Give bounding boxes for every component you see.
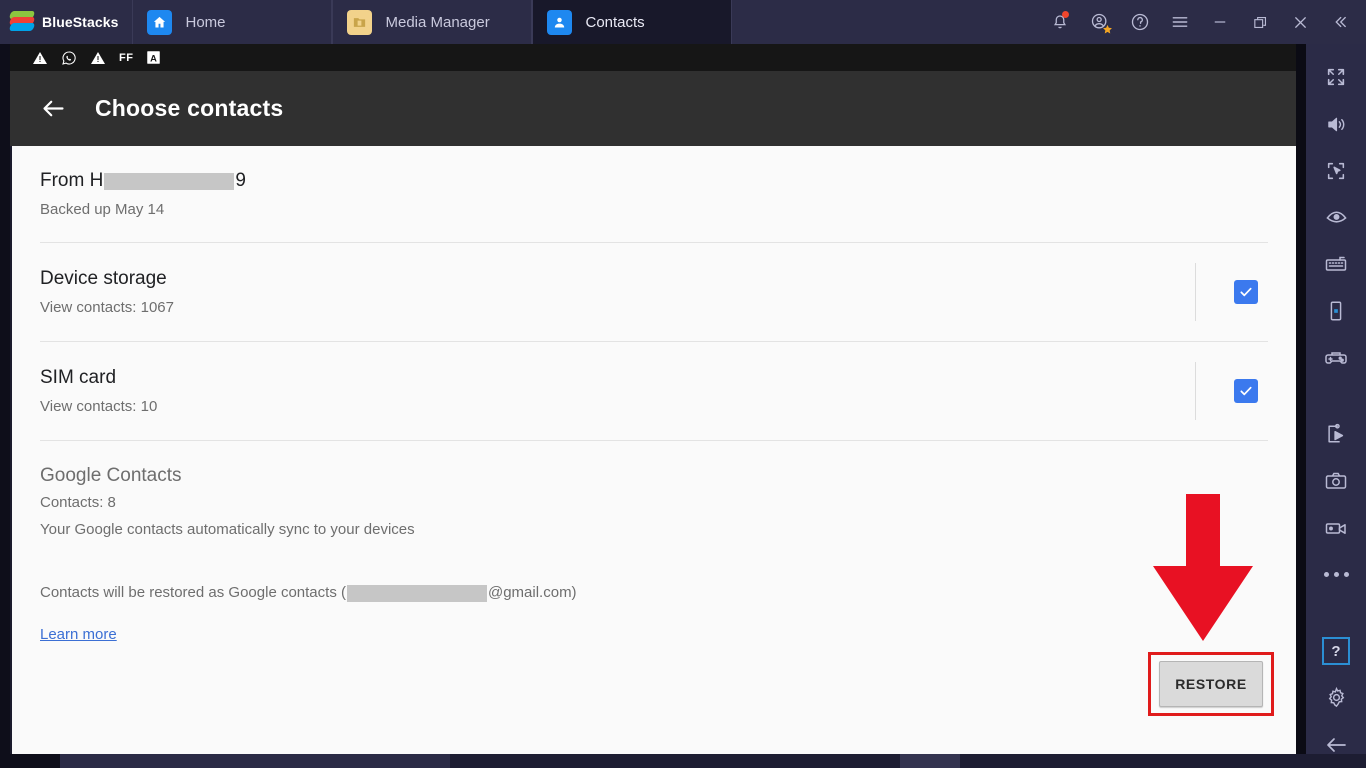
a-icon: A xyxy=(146,49,161,67)
minimize-button[interactable] xyxy=(1200,0,1240,44)
notification-badge-dot xyxy=(1062,11,1069,18)
redaction-bar xyxy=(104,172,235,190)
warning-icon xyxy=(32,49,48,67)
backup-source-suffix: 9 xyxy=(235,170,246,191)
close-button[interactable] xyxy=(1280,0,1320,44)
keyboard-icon[interactable] xyxy=(1306,241,1366,288)
android-status-bar: FF A xyxy=(10,44,1296,71)
checkbox-container xyxy=(1195,362,1284,420)
tab-contacts[interactable]: Contacts xyxy=(532,0,733,44)
backup-source-block: From H 9 Backed up May 14 xyxy=(12,146,1296,242)
account-star-icon[interactable] xyxy=(1080,0,1120,44)
source-subtitle[interactable]: View contacts: 1067 xyxy=(40,296,1195,319)
brand-area: BlueStacks xyxy=(0,0,133,44)
tab-contacts-label: Contacts xyxy=(585,13,645,31)
bottom-strip-segment xyxy=(900,754,960,768)
help-question-icon[interactable]: ? xyxy=(1306,628,1366,675)
app-bar: Choose contacts xyxy=(10,71,1296,146)
tab-strip: Home Media Manager Contacts xyxy=(132,0,733,44)
macro-play-icon[interactable] xyxy=(1306,411,1366,458)
restore-button[interactable]: RESTORE xyxy=(1159,661,1263,707)
source-row-sim-card[interactable]: SIM card View contacts: 10 xyxy=(12,342,1296,440)
folder-icon xyxy=(347,9,373,35)
maximize-button[interactable] xyxy=(1240,0,1280,44)
screenshot-camera-icon[interactable] xyxy=(1306,458,1366,505)
brand-name: BlueStacks xyxy=(42,14,119,30)
fullscreen-icon[interactable] xyxy=(1306,54,1366,101)
tab-home-label: Home xyxy=(185,13,226,31)
volume-icon[interactable] xyxy=(1306,101,1366,148)
back-arrow-icon[interactable] xyxy=(40,95,67,122)
home-icon xyxy=(147,9,173,35)
source-title: Device storage xyxy=(40,267,167,289)
learn-more-link[interactable]: Learn more xyxy=(40,626,117,643)
restore-note-prefix: Contacts will be restored as Google cont… xyxy=(40,584,346,601)
source-text: SIM card View contacts: 10 xyxy=(40,365,1195,418)
device-rotate-icon[interactable] xyxy=(1306,288,1366,335)
google-contacts-block: Google Contacts Contacts: 8 Your Google … xyxy=(12,441,1296,542)
bottom-strip-segment xyxy=(60,754,450,768)
source-row-device-storage[interactable]: Device storage View contacts: 1067 xyxy=(12,243,1296,341)
backup-date: Backed up May 14 xyxy=(40,201,165,218)
notifications-icon[interactable] xyxy=(1040,0,1080,44)
three-dots xyxy=(1323,572,1349,578)
page-title: Choose contacts xyxy=(95,95,284,121)
eye-icon[interactable] xyxy=(1306,194,1366,241)
google-contacts-title: Google Contacts xyxy=(40,465,182,486)
menu-icon[interactable] xyxy=(1160,0,1200,44)
backup-source-prefix: From H xyxy=(40,170,104,191)
tab-media-manager-label: Media Manager xyxy=(385,13,490,31)
collapse-sidebar-button[interactable] xyxy=(1320,0,1360,44)
checkbox-device-storage[interactable] xyxy=(1234,280,1258,304)
gamepad-icon[interactable] xyxy=(1306,334,1366,381)
window-frame-left xyxy=(0,44,10,768)
bluestacks-window: BlueStacks Home Media Manager Contacts F… xyxy=(0,0,1366,768)
window-frame-right xyxy=(1296,44,1306,768)
restore-account-note: Contacts will be restored as Google cont… xyxy=(12,542,1296,604)
settings-gear-icon[interactable] xyxy=(1306,675,1366,722)
pointer-select-icon[interactable] xyxy=(1306,147,1366,194)
google-contacts-sync-note: Your Google contacts automatically sync … xyxy=(40,521,415,538)
source-subtitle[interactable]: View contacts: 10 xyxy=(40,395,1195,418)
annotation-arrow-icon xyxy=(1148,494,1258,642)
warning-icon xyxy=(90,49,106,67)
bluestacks-logo-icon xyxy=(8,11,36,33)
google-contacts-count: Contacts: 8 xyxy=(40,494,116,511)
ff-icon: FF xyxy=(119,51,134,64)
person-icon xyxy=(547,9,573,35)
whatsapp-icon xyxy=(61,49,77,67)
redaction-bar-email xyxy=(346,584,487,602)
checkbox-sim-card[interactable] xyxy=(1234,379,1258,403)
window-controls xyxy=(1040,0,1366,44)
source-text: Device storage View contacts: 1067 xyxy=(40,266,1195,319)
help-question-box: ? xyxy=(1322,637,1350,666)
help-icon[interactable] xyxy=(1120,0,1160,44)
bottom-strip xyxy=(0,754,1366,768)
source-title: SIM card xyxy=(40,366,117,388)
title-bar: BlueStacks Home Media Manager Contacts xyxy=(0,0,1366,44)
tab-media-manager[interactable]: Media Manager xyxy=(332,0,533,44)
restore-note-suffix: @gmail.com) xyxy=(487,584,577,601)
backup-source-title: From H 9 xyxy=(40,168,1296,194)
content-area: From H 9 Backed up May 14 Device storage … xyxy=(12,146,1296,754)
checkbox-container xyxy=(1195,263,1284,321)
record-video-icon[interactable] xyxy=(1306,504,1366,551)
svg-text:A: A xyxy=(151,53,158,63)
bottom-strip-segment xyxy=(0,754,60,768)
bluestacks-sidebar: ? xyxy=(1306,44,1366,768)
tab-home[interactable]: Home xyxy=(132,0,333,44)
more-options-icon[interactable] xyxy=(1306,551,1366,598)
